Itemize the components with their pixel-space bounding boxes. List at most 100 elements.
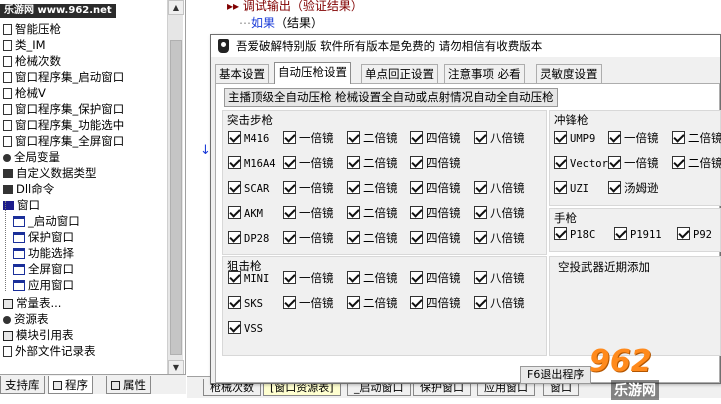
checkbox-scope[interactable]: 一倍镜 [283,205,334,221]
scroll-down-arrow-icon[interactable]: ▼ [168,360,184,375]
left-panel-tabs: 支持库 程序 属性 [0,374,186,394]
checkbox-scope[interactable]: 四倍镜 [410,155,461,171]
checkbox-scope[interactable]: 一倍镜 [283,130,334,146]
checkbox-gun[interactable]: VSS [228,320,263,336]
tree-item[interactable]: 枪械次数 [3,53,61,69]
checkbox-scope[interactable]: 二倍镜 [672,155,721,171]
checkbox-scope[interactable]: 一倍镜 [608,130,659,146]
tree-item[interactable]: 类_IM [3,37,46,53]
checkbox-scope[interactable]: 八倍镜 [474,180,525,196]
scroll-thumb[interactable] [170,40,182,355]
checkbox-scope[interactable]: 二倍镜 [347,295,398,311]
tab-basic-settings[interactable]: 基本设置 [215,64,269,83]
checkbox-scope[interactable]: 一倍镜 [283,295,334,311]
dialog-titlebar[interactable]: 吾爱破解特别版 软件所有版本是免费的 请勿相信有收费版本 [211,35,720,57]
checkbox-gun[interactable]: P1911 [614,226,662,242]
module-icon [3,330,13,341]
tree-item[interactable]: 全局变量 [3,149,60,165]
checkbox-gun[interactable]: Vector [554,155,608,171]
tree-item[interactable]: 窗口 [3,197,40,213]
checkbox-gun[interactable]: AKM [228,205,263,221]
checkbox-gun[interactable]: P92 [677,226,712,242]
tab-support-library[interactable]: 支持库 [0,376,45,394]
checkbox-scope[interactable]: 二倍镜 [347,205,398,221]
checkbox-gun[interactable]: SKS [228,295,263,311]
doc-icon [3,136,12,147]
properties-icon [111,381,120,390]
tree-item[interactable]: 外部文件记录表 [3,343,96,359]
checkbox-scope[interactable]: 四倍镜 [410,180,461,196]
tree-item[interactable]: 全屏窗口 [13,261,74,277]
file-icon [3,346,12,357]
checkbox-gun[interactable]: P18C [554,226,595,242]
checkbox-scope[interactable]: 八倍镜 [474,270,525,286]
checkbox-scope[interactable]: 二倍镜 [347,155,398,171]
checkbox-scope[interactable]: 八倍镜 [474,230,525,246]
airdrop-group: 空投武器近期添加 [549,256,721,356]
tree-item[interactable]: 智能压枪 [3,21,61,37]
scroll-up-arrow-icon[interactable]: ▲ [168,0,184,15]
auto-recoil-main-button[interactable]: 主播顶级全自动压枪 枪械设置全自动或点射情况自动全自动压枪 [224,88,558,107]
tree-guide-line [5,201,6,291]
checkbox-gun[interactable]: 汤姆逊 [608,180,659,196]
tree-item[interactable]: 窗口程序集_功能选中 [3,117,124,133]
tree-item[interactable]: 窗口程序集_保护窗口 [3,101,124,117]
tree-item[interactable]: 自定义数据类型 [3,165,97,181]
checkbox-scope[interactable]: 一倍镜 [283,180,334,196]
tree-item[interactable]: 常量表... [3,295,61,311]
checkbox-scope[interactable]: 二倍镜 [672,130,721,146]
checkbox-scope[interactable]: 八倍镜 [474,205,525,221]
checkbox-scope[interactable]: 一倍镜 [283,270,334,286]
code-line-2: ⋯如果（结果） [239,16,324,30]
checkbox-gun[interactable]: M416 [228,130,269,146]
checkbox-gun[interactable]: M16A4 [228,155,276,171]
tab-single-point-settings[interactable]: 单点回正设置 [361,64,438,83]
dialog-title: 吾爱破解特别版 软件所有版本是免费的 请勿相信有收费版本 [236,39,543,53]
window-icon [13,280,25,291]
tab-properties[interactable]: 属性 [106,376,151,394]
checkbox-scope[interactable]: 二倍镜 [347,130,398,146]
tree-item[interactable]: 应用窗口 [13,277,74,293]
tree-item[interactable]: Dll命令 [3,181,54,197]
tree-item[interactable]: 窗口程序集_全屏窗口 [3,133,124,149]
checkbox-gun[interactable]: MINI [228,270,269,286]
checkbox-scope[interactable]: 四倍镜 [410,205,461,221]
checkbox-gun[interactable]: SCAR [228,180,269,196]
doc-icon [3,56,12,67]
tree-item[interactable]: 窗口程序集_启动窗口 [3,69,124,85]
tree-scrollbar[interactable]: ▲ ▼ [167,0,184,378]
tab-content: 主播顶级全自动压枪 枪械设置全自动或点射情况自动全自动压枪 突击步枪 狙击枪 冲… [215,83,721,383]
tab-sensitivity[interactable]: 灵敏度设置 [536,64,602,83]
checkbox-scope[interactable]: 一倍镜 [608,155,659,171]
exit-program-button[interactable]: F6退出程序 [520,366,592,384]
tree-item[interactable]: _启动窗口 [13,213,80,229]
checkbox-gun[interactable]: DP28 [228,230,269,246]
tree-item[interactable]: 模块引用表 [3,327,74,343]
checkbox-scope[interactable]: 八倍镜 [474,130,525,146]
code-line-1: ▸▸ 调试输出（验证结果） [227,0,363,13]
checkbox-gun[interactable]: UMP9 [554,130,595,146]
doc-icon [3,88,12,99]
checkbox-scope[interactable]: 四倍镜 [410,270,461,286]
screen: 乐游网 www.962.net 智能压枪 类_IM 枪械次数 窗口程序集_启动窗… [0,0,721,404]
tab-notes[interactable]: 注意事项 必看 [444,64,525,83]
tree-item[interactable]: 功能选择 [13,245,74,261]
const-icon [3,298,13,309]
checkbox-scope[interactable]: 一倍镜 [283,230,334,246]
group-title: 空投武器近期添加 [558,260,650,274]
tree-item[interactable]: 枪械V [3,85,46,101]
checkbox-gun[interactable]: UZI [554,180,589,196]
tab-program[interactable]: 程序 [48,376,93,394]
checkbox-scope[interactable]: 二倍镜 [347,270,398,286]
checkbox-scope[interactable]: 二倍镜 [347,230,398,246]
tab-auto-recoil-settings[interactable]: 自动压枪设置 [274,62,351,84]
checkbox-scope[interactable]: 四倍镜 [410,130,461,146]
checkbox-scope[interactable]: 一倍镜 [283,155,334,171]
program-tree-panel: 乐游网 www.962.net 智能压枪 类_IM 枪械次数 窗口程序集_启动窗… [0,0,186,378]
tree-item[interactable]: 保护窗口 [13,229,74,245]
checkbox-scope[interactable]: 八倍镜 [474,295,525,311]
checkbox-scope[interactable]: 四倍镜 [410,230,461,246]
checkbox-scope[interactable]: 二倍镜 [347,180,398,196]
checkbox-scope[interactable]: 四倍镜 [410,295,461,311]
tree-item[interactable]: 资源表 [3,311,49,327]
